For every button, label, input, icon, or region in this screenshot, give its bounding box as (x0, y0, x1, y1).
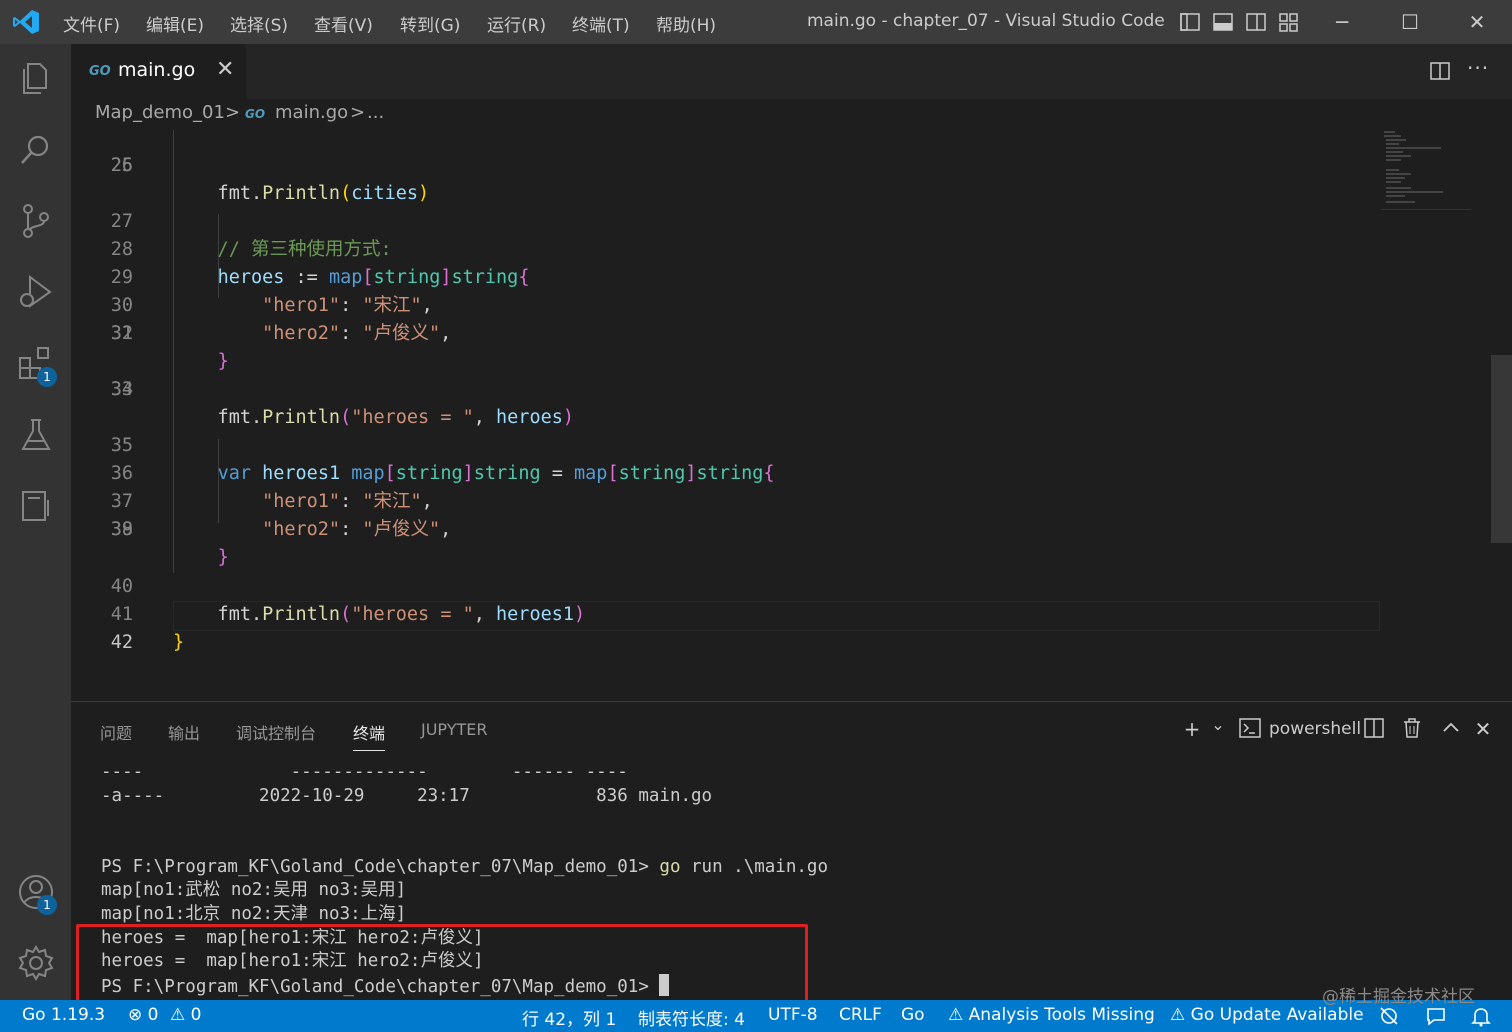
vscode-logo-icon (13, 10, 39, 34)
go-version[interactable]: Go 1.19.3 (22, 1005, 105, 1025)
language-mode[interactable]: Go (901, 1005, 925, 1025)
toggle-secondary-sidebar-icon[interactable] (1245, 11, 1267, 33)
tab-size[interactable]: 制表符长度: 4 (638, 1005, 745, 1030)
terminal-icon (1239, 718, 1261, 738)
chevron-down-icon[interactable]: ⌄ (1207, 714, 1229, 736)
close-window-button[interactable]: ✕ (1463, 8, 1491, 36)
terminal-shell-name[interactable]: powershell (1269, 719, 1361, 739)
breadcrumb-separator: > (225, 102, 241, 123)
code-line: 41 } (110, 604, 185, 653)
code-line: 27 // 第三种使用方式: (110, 211, 392, 260)
breadcrumb-folder[interactable]: Map_demo_01 (95, 102, 225, 123)
notifications-bell-icon[interactable] (1470, 1005, 1492, 1027)
split-terminal-icon[interactable] (1363, 717, 1385, 739)
code-line: 25 fmt.Println(cities) (110, 155, 430, 204)
errors-count[interactable]: ⊗ 0 (128, 1005, 158, 1025)
menu-selection[interactable]: 选择(S) (230, 11, 288, 36)
breadcrumb-symbols[interactable]: ... (367, 102, 384, 123)
watermark-text: @稀土掘金技术社区 (1322, 987, 1475, 1007)
maximize-button[interactable]: ☐ (1396, 8, 1424, 36)
testing-flask-icon[interactable] (16, 415, 56, 455)
tab-terminal[interactable]: 终端 (353, 720, 386, 751)
code-line: 36 "hero1": "宋江", (110, 463, 433, 512)
window-title: main.go - chapter_07 - Visual Studio Cod… (807, 11, 1165, 31)
code-line: 32 (110, 323, 133, 344)
code-line: 26 (110, 155, 133, 176)
encoding[interactable]: UTF-8 (768, 1005, 818, 1025)
search-icon[interactable] (16, 130, 56, 170)
menu-view[interactable]: 查看(V) (314, 11, 373, 36)
menu-edit[interactable]: 编辑(E) (146, 11, 204, 36)
menu-run[interactable]: 运行(R) (487, 11, 546, 36)
tab-label: main.go (118, 59, 196, 81)
terminal-line: map[no1:武松 no2:吴用 no3:吴用] (101, 880, 407, 900)
bottom-panel: 问题 输出 调试控制台 终端 JUPYTER + ⌄ powershell ✕ … (71, 701, 1512, 1024)
go-file-icon: GO (89, 64, 111, 79)
code-line: 30 "hero2": "卢俊义", (110, 295, 452, 344)
warnings-count[interactable]: ⚠ 0 (170, 1005, 201, 1025)
tab-output[interactable]: 输出 (168, 720, 200, 744)
minimize-button[interactable]: ─ (1328, 8, 1356, 36)
title-bar: 文件(F) 编辑(E) 选择(S) 查看(V) 转到(G) 运行(R) 终端(T… (0, 0, 1512, 44)
code-editor[interactable]: 25 fmt.Println(cities) 26 27 // 第三种使用方式:… (71, 130, 1512, 700)
split-editor-icon[interactable] (1429, 60, 1451, 82)
code-line: 33 fmt.Println("heroes = ", heroes) (110, 379, 574, 428)
customize-layout-icon[interactable] (1278, 11, 1300, 33)
maximize-panel-chevron-up-icon[interactable] (1440, 717, 1462, 739)
feedback-icon[interactable] (1425, 1006, 1447, 1026)
menu-go[interactable]: 转到(G) (400, 11, 460, 36)
tab-problems[interactable]: 问题 (100, 720, 132, 744)
tab-debug-console[interactable]: 调试控制台 (236, 720, 316, 744)
terminal-line: ---- ------------- ------ ---- (101, 762, 628, 782)
more-actions-icon[interactable]: ··· (1467, 56, 1489, 80)
remote-explorer-icon[interactable] (16, 486, 56, 526)
breadcrumb: Map_demo_01 > GO main.go > ... (71, 99, 1512, 130)
tab-main-go[interactable]: GO main.go ✕ (71, 44, 246, 99)
terminal-line: -a---- 2022-10-29 23:17 836 main.go (101, 786, 713, 806)
run-debug-icon[interactable] (16, 272, 56, 312)
code-line: 39 (110, 519, 133, 540)
code-line: 29 "hero1": "宋江", (110, 267, 433, 316)
new-terminal-icon[interactable]: + (1181, 718, 1203, 740)
analysis-tools-missing[interactable]: ⚠ Analysis Tools Missing (948, 1005, 1155, 1025)
code-line: 40 fmt.Println("heroes = ", heroes1) (110, 576, 586, 625)
code-line: 28 heroes := map[string]string{ (110, 239, 530, 288)
go-update-available[interactable]: ⚠ Go Update Available (1170, 1005, 1364, 1025)
status-bar: Go 1.19.3 ⊗ 0 ⚠ 0 行 42，列 1 制表符长度: 4 UTF-… (0, 1000, 1512, 1032)
accounts-badge: 1 (37, 895, 57, 915)
menu-file[interactable]: 文件(F) (63, 11, 120, 36)
editor-tab-bar: GO main.go ✕ ··· (71, 44, 1512, 99)
close-panel-icon[interactable]: ✕ (1472, 718, 1494, 740)
code-line-active: 42 (110, 632, 133, 653)
terminal-line: PS F:\Program_KF\Goland_Code\chapter_07\… (101, 857, 828, 877)
extensions-badge: 1 (37, 367, 57, 387)
menu-terminal[interactable]: 终端(T) (572, 11, 630, 36)
explorer-icon[interactable] (16, 58, 56, 98)
toggle-panel-icon[interactable] (1212, 11, 1234, 33)
minimap[interactable] (1381, 130, 1471, 210)
toggle-primary-sidebar-icon[interactable] (1179, 11, 1201, 33)
tab-jupyter[interactable]: JUPYTER (421, 720, 488, 739)
go-file-icon: GO (245, 107, 266, 121)
code-line: 35 var heroes1 map[string]string = map[s… (110, 435, 775, 484)
cursor-position[interactable]: 行 42，列 1 (522, 1005, 616, 1030)
breadcrumb-file[interactable]: main.go (275, 102, 348, 123)
activity-bar: 1 1 (0, 44, 71, 1000)
code-line: 38 } (110, 519, 229, 568)
terminal-line: map[no1:北京 no2:天津 no3:上海] (101, 904, 407, 924)
live-share-icon[interactable] (1378, 1006, 1400, 1026)
code-line: 31 } (110, 323, 229, 372)
editor-scrollbar[interactable] (1491, 355, 1512, 543)
tab-close-icon[interactable]: ✕ (216, 57, 234, 82)
menu-help[interactable]: 帮助(H) (656, 11, 716, 36)
code-line: 37 "hero2": "卢俊义", (110, 491, 452, 540)
settings-gear-icon[interactable] (16, 943, 56, 983)
code-line: 34 (110, 379, 133, 400)
end-of-line[interactable]: CRLF (839, 1005, 882, 1025)
breadcrumb-separator: > (350, 102, 366, 123)
source-control-icon[interactable] (16, 201, 56, 241)
kill-terminal-trash-icon[interactable] (1401, 717, 1423, 739)
